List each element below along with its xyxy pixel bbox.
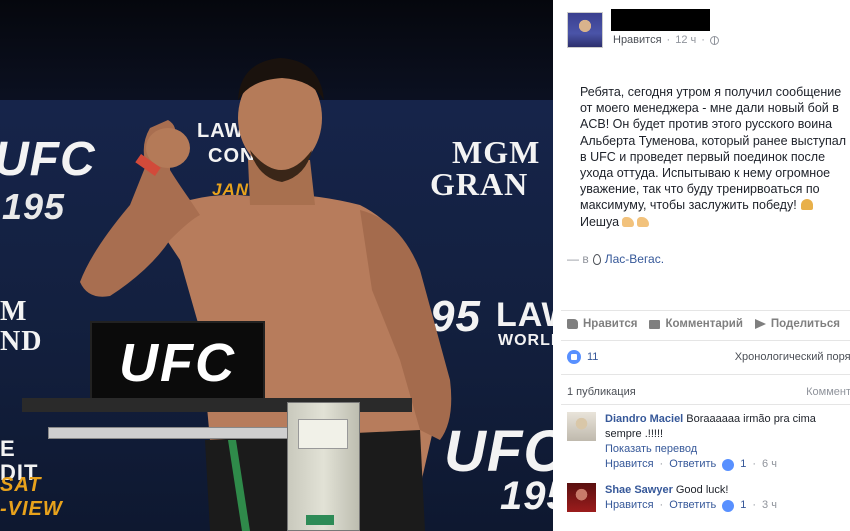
post-text-line-with-emoji: максимуму, чтобы заслужить победу! (580, 197, 850, 213)
map-pin-icon (592, 253, 601, 265)
publications-row: 1 публикация Коммента (567, 386, 850, 398)
globe-icon[interactable] (709, 35, 719, 45)
commenter-avatar[interactable] (567, 483, 596, 512)
facebook-post-panel: Нравится · 12 ч · Ребята, сегодня утром … (553, 0, 850, 531)
fighter-silhouette (80, 58, 452, 531)
share-button-label: Поделиться (770, 318, 840, 330)
post-text-line: в UFC и проведет первый поединок после (580, 149, 826, 164)
like-reaction-icon (722, 499, 735, 512)
post-text-line: от моего менеджера - мне дали новый бой … (580, 101, 839, 116)
thumbs-up-icon (567, 319, 578, 329)
comment-button[interactable]: Комментарий (649, 318, 743, 330)
post-text-line: ACB! Он будет против этого русского воин… (580, 117, 833, 132)
comment-body: Diandro Maciel Boraaaaaa irmão pra cima s… (605, 412, 847, 472)
post-dot: · (666, 34, 671, 46)
scale-ufc-sign-text: UFC (119, 333, 236, 393)
divider (561, 404, 850, 405)
comment-likes-count[interactable]: 1 (740, 498, 746, 513)
comment-meta: Нравится · Ответить 1 · 6 ч (605, 457, 847, 472)
comment-meta: Нравится · Ответить 1 · 3 ч (605, 498, 847, 513)
commenter-avatar[interactable] (567, 412, 596, 441)
scale-green-tag (306, 515, 334, 525)
comment-meta-dot: · (659, 458, 664, 470)
comment-icon (649, 319, 661, 329)
comment-meta-dot: · (752, 458, 757, 470)
likes-count[interactable]: 11 (587, 351, 598, 363)
post-text-line: Альберта Туменова, который ранее выступа… (580, 133, 847, 148)
like-button-label: Нравится (583, 318, 638, 330)
post-like-link[interactable]: Нравится (613, 34, 662, 46)
share-arrow-icon (754, 319, 766, 329)
comment-time[interactable]: 6 ч (762, 457, 777, 472)
comment-button-label: Комментарий (665, 318, 743, 330)
comment-like-link[interactable]: Нравится (605, 457, 654, 472)
like-button[interactable]: Нравится (567, 318, 637, 330)
post-text-line: Иешуа (580, 214, 620, 229)
divider (561, 310, 850, 311)
post-time[interactable]: 12 ч (675, 34, 696, 46)
flexed-biceps-icon (622, 216, 635, 227)
likes-summary: 11 Хронологический поряд (567, 350, 850, 364)
post-location: — в Лас-Вегас. (567, 252, 664, 266)
scale-ufc-sign: UFC (90, 321, 265, 405)
comment-likes-count[interactable]: 1 (740, 457, 746, 472)
post-text-line: ухода оттуда. Испытываю к нему огромное (580, 165, 831, 180)
comment-reply-link[interactable]: Ответить (669, 457, 716, 472)
like-reaction-icon (722, 458, 735, 471)
scale-label-panel (298, 419, 348, 449)
location-city-link[interactable]: Лас-Вегас. (605, 252, 664, 266)
comment-time[interactable]: 3 ч (762, 498, 777, 513)
post-dot: · (701, 34, 705, 46)
post-text-line: максимуму, чтобы заслужить победу! (580, 198, 797, 213)
like-reaction-icon (567, 350, 581, 364)
comment-order-dropdown[interactable]: Хронологический поряд (735, 351, 850, 363)
comment-meta-dot: · (752, 499, 757, 511)
author-name-redacted (611, 9, 710, 31)
share-button[interactable]: Поделиться (754, 318, 840, 330)
post-text-line: уважение, так что буду тренирвоаться по (580, 182, 820, 197)
comment-text: Good luck! (675, 484, 729, 496)
location-prefix: — в (567, 252, 589, 266)
divider (561, 374, 850, 375)
show-translation-link[interactable]: Показать перевод (605, 442, 847, 457)
comments-link[interactable]: Коммента (806, 386, 850, 398)
post-text-line: Ребята, сегодня утром я получил сообщени… (580, 85, 842, 99)
comment-body: Shae Sawyer Good luck! Нравится · Ответит… (605, 483, 847, 513)
post-meta: Нравится · 12 ч · (613, 34, 719, 46)
comment-like-link[interactable]: Нравится (605, 498, 654, 513)
divider (561, 340, 850, 341)
post-text: Ребята, сегодня утром я получил сообщени… (580, 84, 850, 230)
scale-body (287, 402, 360, 531)
post-text-line-with-emoji: Иешуа (580, 214, 850, 230)
comment-reply-link[interactable]: Ответить (669, 498, 716, 513)
praying-hands-icon (800, 199, 813, 211)
publications-count[interactable]: 1 публикация (567, 386, 636, 398)
commenter-name[interactable]: Diandro Maciel (605, 413, 683, 425)
comment-meta-dot: · (659, 499, 664, 511)
post-photo[interactable]: UFC 195 LAW CON JAN 2 MGM GRAN M ND 95 L… (0, 0, 553, 531)
author-avatar[interactable] (567, 12, 603, 48)
post-actions: Нравится Комментарий Поделиться (567, 318, 840, 330)
scale-measure-bar (48, 427, 288, 439)
commenter-name[interactable]: Shae Sawyer (605, 484, 673, 496)
flexed-biceps-icon (637, 216, 650, 227)
